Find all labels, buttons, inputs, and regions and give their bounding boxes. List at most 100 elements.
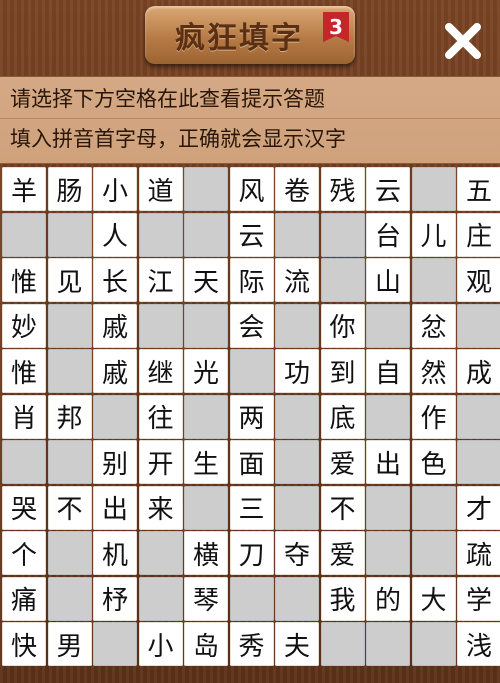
grid-cell-filled[interactable]: 的 xyxy=(366,576,410,621)
grid-cell-empty[interactable] xyxy=(366,485,410,530)
grid-cell-empty[interactable] xyxy=(47,212,92,257)
grid-cell-empty[interactable] xyxy=(457,303,500,348)
grid-cell-empty[interactable] xyxy=(457,440,500,484)
grid-cell-filled[interactable]: 惟 xyxy=(2,258,46,302)
grid-cell-filled[interactable]: 肖 xyxy=(2,394,46,439)
grid-cell-filled[interactable]: 妙 xyxy=(2,303,46,348)
grid-cell-empty[interactable] xyxy=(229,576,274,621)
grid-cell-filled[interactable]: 邦 xyxy=(47,394,92,439)
grid-cell-filled[interactable]: 疏 xyxy=(457,531,500,575)
grid-cell-empty[interactable] xyxy=(275,576,319,621)
grid-cell-filled[interactable]: 生 xyxy=(184,440,228,484)
grid-cell-filled[interactable]: 继 xyxy=(138,349,183,393)
grid-cell-filled[interactable]: 长 xyxy=(93,258,137,302)
grid-cell-empty[interactable] xyxy=(184,394,228,439)
grid-cell-filled[interactable]: 庄 xyxy=(457,212,500,257)
grid-cell-empty[interactable] xyxy=(2,440,46,484)
grid-cell-filled[interactable]: 色 xyxy=(411,440,456,484)
grid-cell-empty[interactable] xyxy=(47,303,92,348)
grid-cell-empty[interactable] xyxy=(320,212,365,257)
grid-cell-filled[interactable]: 惟 xyxy=(2,349,46,393)
grid-cell-filled[interactable]: 际 xyxy=(229,258,274,302)
grid-cell-filled[interactable]: 出 xyxy=(366,440,410,484)
grid-cell-filled[interactable]: 秀 xyxy=(229,622,274,666)
grid-cell-empty[interactable] xyxy=(366,394,410,439)
grid-cell-filled[interactable]: 五 xyxy=(457,167,500,211)
grid-cell-filled[interactable]: 开 xyxy=(138,440,183,484)
grid-cell-filled[interactable]: 江 xyxy=(138,258,183,302)
grid-cell-filled[interactable]: 道 xyxy=(138,167,183,211)
grid-cell-filled[interactable]: 儿 xyxy=(411,212,456,257)
grid-cell-empty[interactable] xyxy=(47,440,92,484)
grid-cell-filled[interactable]: 横 xyxy=(184,531,228,575)
grid-cell-filled[interactable]: 会 xyxy=(229,303,274,348)
grid-cell-filled[interactable]: 山 xyxy=(366,258,410,302)
grid-cell-filled[interactable]: 个 xyxy=(2,531,46,575)
grid-cell-filled[interactable]: 不 xyxy=(320,485,365,530)
grid-cell-empty[interactable] xyxy=(93,394,137,439)
grid-cell-empty[interactable] xyxy=(275,394,319,439)
grid-cell-filled[interactable]: 男 xyxy=(47,622,92,666)
grid-cell-filled[interactable]: 爱 xyxy=(320,531,365,575)
grid-cell-filled[interactable]: 云 xyxy=(229,212,274,257)
grid-cell-empty[interactable] xyxy=(457,394,500,439)
grid-cell-filled[interactable]: 爱 xyxy=(320,440,365,484)
grid-cell-filled[interactable]: 才 xyxy=(457,485,500,530)
grid-cell-filled[interactable]: 人 xyxy=(93,212,137,257)
grid-cell-filled[interactable]: 小 xyxy=(138,622,183,666)
grid-cell-empty[interactable] xyxy=(411,167,456,211)
grid-cell-filled[interactable]: 羊 xyxy=(2,167,46,211)
grid-cell-filled[interactable]: 台 xyxy=(366,212,410,257)
grid-cell-empty[interactable] xyxy=(366,531,410,575)
grid-cell-filled[interactable]: 三 xyxy=(229,485,274,530)
grid-cell-filled[interactable]: 风 xyxy=(229,167,274,211)
grid-cell-filled[interactable]: 卷 xyxy=(275,167,319,211)
grid-cell-filled[interactable]: 然 xyxy=(411,349,456,393)
grid-cell-empty[interactable] xyxy=(366,622,410,666)
grid-cell-empty[interactable] xyxy=(47,531,92,575)
grid-cell-empty[interactable] xyxy=(411,485,456,530)
grid-cell-empty[interactable] xyxy=(138,576,183,621)
grid-cell-filled[interactable]: 岛 xyxy=(184,622,228,666)
grid-cell-filled[interactable]: 哭 xyxy=(2,485,46,530)
grid-cell-empty[interactable] xyxy=(2,212,46,257)
grid-cell-filled[interactable]: 痛 xyxy=(2,576,46,621)
grid-cell-filled[interactable]: 观 xyxy=(457,258,500,302)
grid-cell-filled[interactable]: 出 xyxy=(93,485,137,530)
grid-cell-empty[interactable] xyxy=(138,303,183,348)
grid-cell-empty[interactable] xyxy=(275,440,319,484)
grid-cell-filled[interactable]: 两 xyxy=(229,394,274,439)
grid-cell-filled[interactable]: 来 xyxy=(138,485,183,530)
grid-cell-filled[interactable]: 底 xyxy=(320,394,365,439)
grid-cell-filled[interactable]: 残 xyxy=(320,167,365,211)
grid-cell-filled[interactable]: 流 xyxy=(275,258,319,302)
grid-cell-filled[interactable]: 夺 xyxy=(275,531,319,575)
grid-cell-filled[interactable]: 自 xyxy=(366,349,410,393)
grid-cell-empty[interactable] xyxy=(229,349,274,393)
grid-cell-empty[interactable] xyxy=(184,167,228,211)
grid-cell-filled[interactable]: 浅 xyxy=(457,622,500,666)
grid-cell-filled[interactable]: 光 xyxy=(184,349,228,393)
grid-cell-empty[interactable] xyxy=(411,258,456,302)
grid-cell-filled[interactable]: 天 xyxy=(184,258,228,302)
grid-cell-filled[interactable]: 我 xyxy=(320,576,365,621)
grid-cell-empty[interactable] xyxy=(47,576,92,621)
grid-cell-filled[interactable]: 往 xyxy=(138,394,183,439)
grid-cell-empty[interactable] xyxy=(138,212,183,257)
grid-cell-filled[interactable]: 快 xyxy=(2,622,46,666)
grid-cell-filled[interactable]: 戚 xyxy=(93,303,137,348)
grid-cell-empty[interactable] xyxy=(411,531,456,575)
grid-cell-empty[interactable] xyxy=(184,485,228,530)
grid-cell-filled[interactable]: 别 xyxy=(93,440,137,484)
grid-cell-filled[interactable]: 大 xyxy=(411,576,456,621)
grid-cell-filled[interactable]: 小 xyxy=(93,167,137,211)
grid-cell-filled[interactable]: 作 xyxy=(411,394,456,439)
grid-cell-empty[interactable] xyxy=(275,485,319,530)
grid-cell-filled[interactable]: 见 xyxy=(47,258,92,302)
grid-cell-filled[interactable]: 机 xyxy=(93,531,137,575)
grid-cell-empty[interactable] xyxy=(138,531,183,575)
grid-cell-filled[interactable]: 不 xyxy=(47,485,92,530)
grid-cell-filled[interactable]: 你 xyxy=(320,303,365,348)
grid-cell-filled[interactable]: 云 xyxy=(366,167,410,211)
grid-cell-empty[interactable] xyxy=(47,349,92,393)
